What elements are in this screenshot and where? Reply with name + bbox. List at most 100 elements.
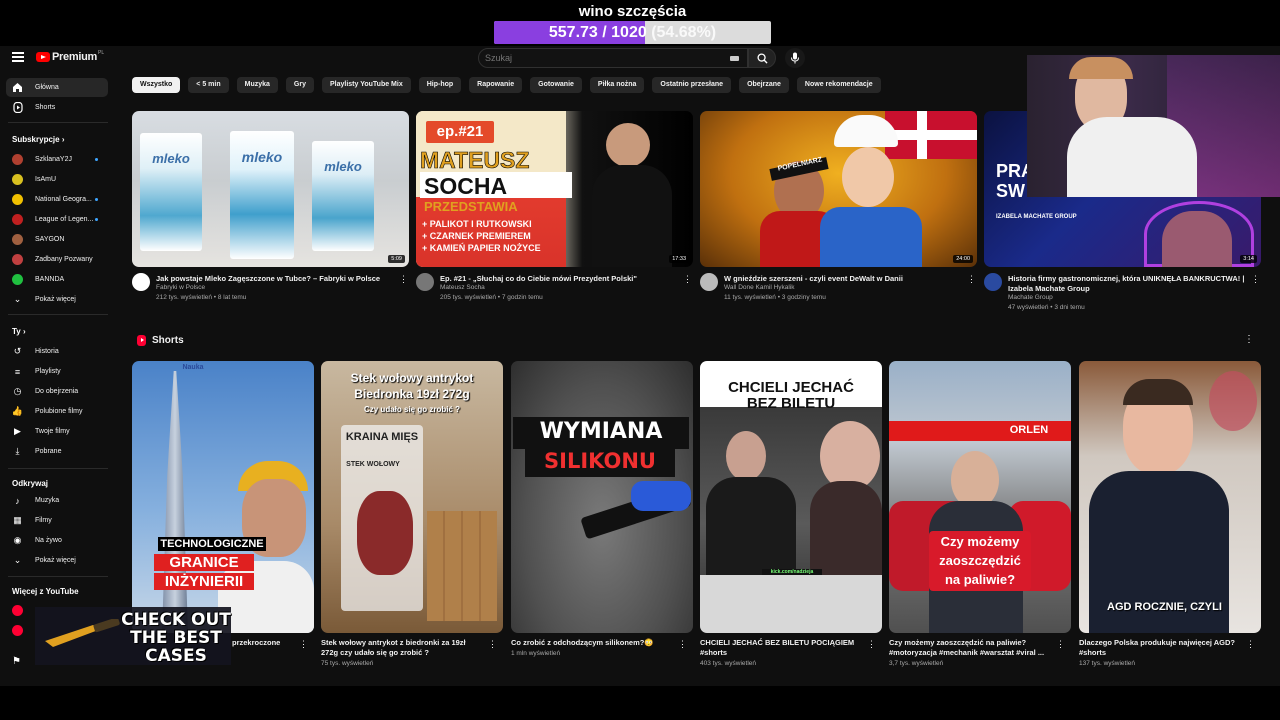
short-title[interactable]: Czy możemy zaoszczędzić na paliwie? #mot… bbox=[889, 638, 1049, 658]
short-title[interactable]: przekroczone bbox=[232, 638, 302, 648]
you-header[interactable]: Ty › bbox=[12, 327, 26, 336]
sidebar-item-do-obejrzenia[interactable]: ◷ Do obejrzenia bbox=[6, 382, 108, 401]
short-card[interactable]: AGD ROCZNIE, CZYLI Dlaczego Polska produ… bbox=[1079, 361, 1261, 667]
report-flag-icon[interactable]: ⚑ bbox=[12, 656, 21, 667]
channel-name[interactable]: Fabryki w Polsce bbox=[156, 284, 205, 291]
short-title[interactable]: Co zrobić z odchodzącym silikonem?😳 bbox=[511, 638, 671, 648]
video-thumbnail[interactable]: ep.#21 MATEUSZ SOCHA PRZEDSTAWIA + PALIK… bbox=[416, 111, 693, 267]
sidebar-item-poka-wi-cej[interactable]: ⌄ Pokaż więcej bbox=[6, 551, 108, 570]
sidebar-item-historia[interactable]: ↺ Historia bbox=[6, 342, 108, 361]
more-vert-icon[interactable]: ⋮ bbox=[1251, 274, 1260, 284]
menu-icon[interactable] bbox=[12, 52, 24, 62]
video-card[interactable]: ep.#21 MATEUSZ SOCHA PRZEDSTAWIA + PALIK… bbox=[416, 111, 693, 323]
chip-filter[interactable]: Hip-hop bbox=[418, 77, 462, 93]
youtube-logo[interactable]: Premium PL bbox=[36, 50, 104, 63]
short-title[interactable]: Stek wołowy antrykot z biedronki za 19zł… bbox=[321, 638, 481, 658]
short-card[interactable]: ORLEN Czy możemy zaoszczędzić na paliwie… bbox=[889, 361, 1071, 667]
sidebar-item-label: Pokaż więcej bbox=[35, 296, 76, 303]
more-vert-icon[interactable]: ⋮ bbox=[1056, 639, 1065, 650]
search-button[interactable] bbox=[748, 48, 776, 68]
channel-avatar[interactable] bbox=[416, 273, 434, 291]
more-vert-icon[interactable]: ⋮ bbox=[1246, 639, 1255, 650]
chip-filter[interactable]: Gry bbox=[285, 77, 314, 93]
sidebar-item-polubione-filmy[interactable]: 👍 Polubione filmy bbox=[6, 402, 108, 421]
more-vert-icon[interactable]: ⋮ bbox=[678, 639, 687, 650]
sidebar-item-label: Pobrane bbox=[35, 448, 62, 455]
channel-name[interactable]: Mateusz Socha bbox=[440, 284, 485, 291]
chip-filter[interactable]: Obejrzane bbox=[739, 77, 789, 93]
channel-avatar[interactable] bbox=[132, 273, 150, 291]
chip-all[interactable]: Wszystko bbox=[132, 77, 181, 93]
sidebar-subscription-item[interactable]: SzklanaY2J bbox=[6, 150, 108, 169]
youtube-kids-icon[interactable] bbox=[12, 625, 23, 636]
channel-avatar[interactable] bbox=[700, 273, 718, 291]
channel-name[interactable]: Wall Done Kamil Hykalik bbox=[724, 284, 795, 291]
more-vert-icon[interactable]: ⋮ bbox=[867, 639, 876, 650]
search-input[interactable] bbox=[485, 49, 715, 67]
video-title[interactable]: Historia firmy gastronomicznej, która UN… bbox=[1008, 274, 1248, 294]
sidebar-subscription-item[interactable]: League of Legen... bbox=[6, 210, 108, 229]
sidebar-item-na-ywo[interactable]: ◉ Na żywo bbox=[6, 531, 108, 550]
sidebar-item-label: Shorts bbox=[35, 104, 56, 111]
short-card[interactable]: Nauka TECHNOLOGICZNE GRANICE INŻYNIERII … bbox=[132, 361, 314, 650]
channel-avatar[interactable] bbox=[984, 273, 1002, 291]
more-vert-icon[interactable]: ⋮ bbox=[299, 639, 308, 650]
short-thumbnail[interactable]: WYMIANA SILIKONU bbox=[511, 361, 693, 633]
sidebar-item-home[interactable]: Główna bbox=[6, 78, 108, 97]
short-thumbnail[interactable]: Stek wołowy antrykot Biedronka 19zł 272g… bbox=[321, 361, 503, 633]
keyboard-icon[interactable] bbox=[730, 56, 739, 61]
chip-filter[interactable]: Piłka nożna bbox=[589, 77, 645, 93]
sidebar-item-filmy[interactable]: ▦ Filmy bbox=[6, 511, 108, 530]
subscriptions-header[interactable]: Subskrypcje › bbox=[12, 135, 64, 144]
video-card[interactable]: POPELNIARZ 24:00 W gnieździe szerszeni -… bbox=[700, 111, 977, 323]
sidebar-subscription-item[interactable]: National Geogra... bbox=[6, 190, 108, 209]
video-title[interactable]: W gnieździe szerszeni - czyli event DeWa… bbox=[724, 274, 964, 284]
video-thumbnail[interactable]: POPELNIARZ 24:00 bbox=[700, 111, 977, 267]
sidebar-subscription-item[interactable]: BANNDA bbox=[6, 270, 108, 289]
sidebar-item-twoje-filmy[interactable]: ▶ Twoje filmy bbox=[6, 422, 108, 441]
sidebar-item-pobrane[interactable]: ⤓ Pobrane bbox=[6, 442, 108, 461]
short-thumbnail[interactable]: AGD ROCZNIE, CZYLI bbox=[1079, 361, 1261, 633]
sidebar-item-label: Historia bbox=[35, 348, 59, 355]
chip-filter[interactable]: Ostatnio przesłane bbox=[652, 77, 732, 93]
sidebar-item-playlisty[interactable]: ≡ Playlisty bbox=[6, 362, 108, 381]
chip-filter[interactable]: Gotowanie bbox=[530, 77, 582, 93]
more-vert-icon[interactable]: ⋮ bbox=[488, 639, 497, 650]
channel-name[interactable]: Machate Group bbox=[1008, 294, 1053, 301]
short-title[interactable]: Dlaczego Polska produkuje najwięcej AGD?… bbox=[1079, 638, 1239, 658]
short-thumbnail[interactable]: Nauka TECHNOLOGICZNE GRANICE INŻYNIERII bbox=[132, 361, 314, 633]
video-title[interactable]: Jak powstaje Mleko Zagęszczone w Tubce? … bbox=[156, 274, 396, 284]
short-thumbnail[interactable]: ORLEN Czy możemy zaoszczędzić na paliwie… bbox=[889, 361, 1071, 633]
video-thumbnail[interactable]: mleko mleko mleko 5:09 bbox=[132, 111, 409, 267]
chip-filter[interactable]: Muzyka bbox=[236, 77, 278, 93]
sidebar-item-label: Zadbany Pozwany bbox=[35, 256, 93, 263]
new-content-dot bbox=[95, 218, 98, 221]
sidebar-item-shorts[interactable]: Shorts bbox=[6, 98, 108, 117]
thumb-text: + KAMIEŃ PAPIER NOŻYCE bbox=[422, 243, 541, 253]
sidebar-subscription-item[interactable]: IsAmU bbox=[6, 170, 108, 189]
video-card[interactable]: mleko mleko mleko 5:09 Jak powstaje Mlek… bbox=[132, 111, 409, 323]
chip-filter[interactable]: Nowe rekomendacje bbox=[796, 77, 881, 93]
thumb-text: MATEUSZ bbox=[420, 147, 530, 174]
sidebar-show-more-subs[interactable]: ⌄ Pokaż więcej bbox=[6, 290, 108, 309]
short-thumbnail[interactable]: CHCIELI JECHAĆ BEZ BILETU kick.com/nadzi… bbox=[700, 361, 882, 633]
sidebar-divider bbox=[8, 468, 108, 469]
chip-filter[interactable]: Rapowanie bbox=[469, 77, 523, 93]
more-vert-icon[interactable]: ⋮ bbox=[967, 274, 976, 284]
short-card[interactable]: WYMIANA SILIKONU Co zrobić z odchodzącym… bbox=[511, 361, 693, 657]
youtube-music-icon[interactable] bbox=[12, 605, 23, 616]
sidebar-subscription-item[interactable]: SAYGON bbox=[6, 230, 108, 249]
chip-filter[interactable]: < 5 min bbox=[188, 77, 229, 93]
sidebar-item-muzyka[interactable]: ♪ Muzyka bbox=[6, 491, 108, 510]
more-vert-icon[interactable]: ⋮ bbox=[683, 274, 692, 284]
short-title[interactable]: CHCIELI JECHAĆ BEZ BILETU POCIĄGIEM #sho… bbox=[700, 638, 860, 658]
more-vert-icon[interactable]: ⋮ bbox=[1244, 334, 1254, 345]
more-vert-icon[interactable]: ⋮ bbox=[399, 274, 408, 284]
voice-search-button[interactable] bbox=[785, 48, 805, 68]
video-title[interactable]: Ep. #21 - „Słuchaj co do Ciebie mówi Pre… bbox=[440, 274, 680, 284]
short-card[interactable]: CHCIELI JECHAĆ BEZ BILETU kick.com/nadzi… bbox=[700, 361, 882, 667]
sidebar-subscription-item[interactable]: Zadbany Pozwany bbox=[6, 250, 108, 269]
short-card[interactable]: Stek wołowy antrykot Biedronka 19zł 272g… bbox=[321, 361, 503, 667]
playlist-icon: ≡ bbox=[14, 366, 21, 377]
chip-filter[interactable]: Playlisty YouTube Mix bbox=[321, 77, 411, 93]
